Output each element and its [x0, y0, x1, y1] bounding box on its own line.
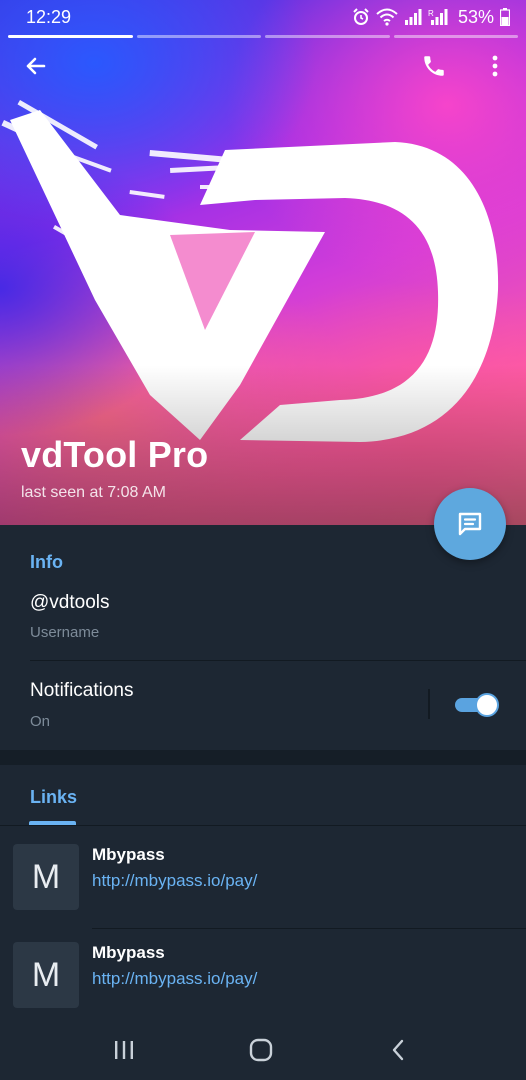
- last-seen-status: last seen at 7:08 AM: [21, 484, 166, 501]
- story-progress-segment: [393, 35, 518, 38]
- top-toolbar: [0, 46, 526, 86]
- notifications-title: Notifications: [30, 680, 134, 701]
- more-vert-icon: [492, 55, 498, 77]
- recents-button[interactable]: [104, 1032, 144, 1068]
- nav-back-button[interactable]: [378, 1032, 418, 1068]
- vertical-separator: [428, 689, 430, 719]
- back-arrow-icon: [26, 57, 46, 75]
- battery-icon: [500, 8, 510, 26]
- wifi-icon: [376, 8, 398, 26]
- tab-links[interactable]: Links: [30, 787, 77, 808]
- notifications-row[interactable]: Notifications On: [0, 661, 526, 750]
- alarm-icon: [353, 8, 369, 25]
- link-item[interactable]: M Mbypass http://mbypass.io/pay/: [0, 832, 526, 929]
- username-label: Username: [30, 624, 100, 641]
- link-divider: [92, 928, 526, 929]
- home-icon: [249, 1038, 273, 1062]
- info-section: Info @vdtools Username Notifications On: [0, 525, 526, 750]
- link-title: Mbypass: [92, 845, 165, 864]
- status-icons: R 53%: [352, 7, 510, 28]
- battery-percent: 53%: [457, 6, 494, 27]
- story-progress-segment: [136, 35, 261, 38]
- svg-text:R: R: [428, 9, 434, 18]
- link-url[interactable]: http://mbypass.io/pay/: [92, 969, 257, 989]
- back-icon: [392, 1039, 404, 1061]
- link-url[interactable]: http://mbypass.io/pay/: [92, 871, 257, 891]
- username-value[interactable]: @vdtools: [30, 592, 110, 614]
- phone-icon: [424, 56, 444, 76]
- link-title: Mbypass: [92, 943, 165, 962]
- link-thumbnail: M: [13, 942, 79, 1008]
- message-icon: [458, 512, 482, 536]
- toggle-thumb: [475, 693, 499, 717]
- status-time: 12:29: [26, 6, 72, 27]
- story-progress-segment: [265, 35, 390, 38]
- tabs-divider: [0, 825, 526, 826]
- section-gap: [0, 750, 526, 765]
- info-section-title: Info: [30, 552, 63, 572]
- profile-name: vdTool Pro: [21, 434, 209, 475]
- story-progress-bars: [8, 35, 518, 38]
- signal-r-icon: R: [428, 9, 448, 25]
- story-progress-segment: [8, 35, 133, 38]
- shared-media-section: Links M Mbypass http://mbypass.io/pay/ M…: [0, 765, 526, 1020]
- signal-icon: [404, 9, 422, 25]
- home-button[interactable]: [241, 1032, 281, 1068]
- notifications-status: On: [30, 713, 51, 730]
- call-button[interactable]: [414, 46, 454, 86]
- link-item[interactable]: M Mbypass http://mbypass.io/pay/: [0, 930, 526, 1026]
- system-nav-bar: [0, 1020, 526, 1080]
- status-bar: 12:29 R 53%: [0, 0, 526, 34]
- send-message-button[interactable]: [434, 488, 506, 560]
- more-options-button[interactable]: [475, 46, 515, 86]
- recents-icon: [115, 1041, 133, 1059]
- link-thumbnail: M: [13, 844, 79, 910]
- notifications-toggle[interactable]: [455, 693, 499, 717]
- back-button[interactable]: [16, 46, 56, 86]
